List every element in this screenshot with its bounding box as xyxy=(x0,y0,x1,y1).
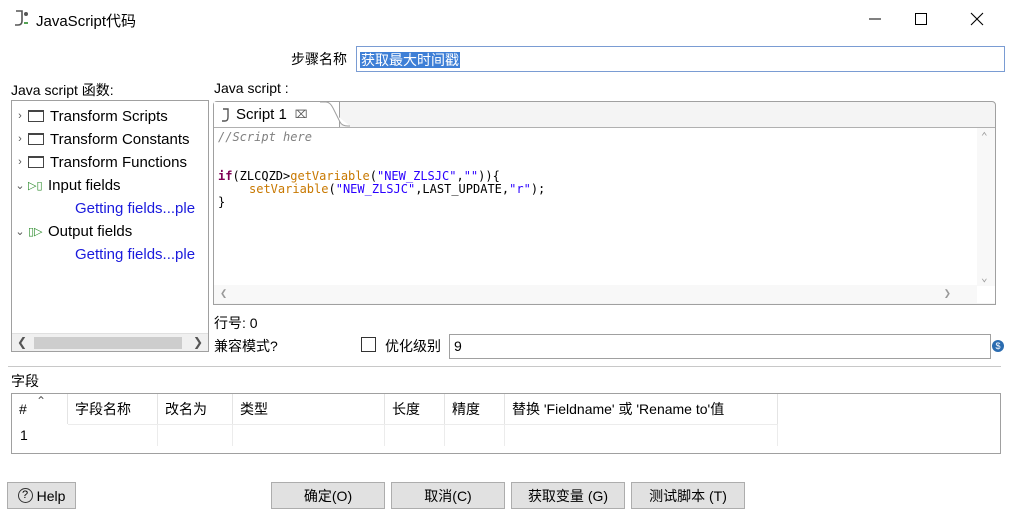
script-icon xyxy=(222,107,229,122)
step-name-input[interactable]: 获取最大时间戳 xyxy=(356,46,1005,72)
folder-icon xyxy=(28,110,44,122)
table-cell[interactable] xyxy=(233,424,385,446)
scroll-right-icon[interactable]: ❯ xyxy=(944,286,951,300)
step-name-value: 获取最大时间戳 xyxy=(360,52,460,68)
compat-mode-checkbox[interactable] xyxy=(361,337,376,352)
separator xyxy=(8,366,1001,367)
tree-item-output-fields[interactable]: ⌄ ▯▷ Output fields xyxy=(12,220,132,242)
tree-item-output-fields-child[interactable]: Getting fields...ple xyxy=(75,243,195,265)
chevron-right-icon[interactable]: › xyxy=(12,156,28,168)
tree-item-label: Transform Scripts xyxy=(50,107,168,125)
step-name-label: 步骤名称 xyxy=(291,51,347,67)
tree-item-label: Output fields xyxy=(48,222,133,240)
output-fields-icon: ▯▷ xyxy=(28,225,43,238)
maximize-button[interactable] xyxy=(898,0,944,38)
table-cell[interactable] xyxy=(68,424,158,446)
close-button[interactable] xyxy=(954,0,1000,38)
script-editor[interactable]: //Script here if(ZLCQZD>getVariable("NEW… xyxy=(214,127,995,303)
js-functions-tree[interactable]: › Transform Scripts › Transform Constant… xyxy=(11,100,209,352)
title-bar: JavaScript代码 xyxy=(0,0,1012,38)
help-icon: ? xyxy=(17,488,33,503)
fields-table[interactable]: # ⌃ 字段名称 改名为 类型 长度 精度 替换 'Fieldname' 或 '… xyxy=(11,393,1001,454)
editor-vertical-scrollbar[interactable]: ⌃ ⌄ xyxy=(977,128,995,286)
column-header[interactable]: 替换 'Fieldname' 或 'Rename to'值 xyxy=(505,394,778,424)
java-script-label: Java script : xyxy=(214,80,289,96)
minimize-button[interactable] xyxy=(852,0,898,38)
tree-item-label: Transform Constants xyxy=(50,130,190,148)
help-button[interactable]: ? Help xyxy=(7,482,76,509)
js-functions-label: Java script 函数: xyxy=(11,82,114,98)
scroll-right-icon[interactable]: ❯ xyxy=(193,335,203,349)
chevron-down-icon[interactable]: ⌄ xyxy=(12,225,28,238)
optimize-level-label: 优化级别 xyxy=(385,338,441,354)
scroll-left-icon[interactable]: ❮ xyxy=(17,335,27,349)
line-number: 行号: 0 xyxy=(214,315,258,331)
javascript-step-icon xyxy=(15,10,28,26)
tree-item-label: Getting fields...ple xyxy=(75,245,196,263)
table-cell[interactable] xyxy=(158,424,233,446)
close-icon xyxy=(970,12,984,26)
minimize-icon xyxy=(869,18,881,20)
tab-edge xyxy=(320,102,350,127)
column-header[interactable]: 字段名称 xyxy=(68,394,158,424)
tree-item-input-fields-child[interactable]: Getting fields...ple xyxy=(75,197,195,219)
chevron-right-icon[interactable]: › xyxy=(12,110,28,122)
tree-item-input-fields[interactable]: ⌄ ▷▯ Input fields xyxy=(12,174,121,196)
editor-horizontal-scrollbar[interactable]: ❮ ❯ xyxy=(214,285,977,303)
code-line-set: setVariable("NEW_ZLSJC",LAST_UPDATE,"r")… xyxy=(249,182,546,196)
column-header[interactable]: 精度 xyxy=(445,394,505,424)
input-fields-icon: ▷▯ xyxy=(28,179,43,192)
tree-item-transform-functions[interactable]: › Transform Functions xyxy=(12,151,187,173)
column-header[interactable]: 长度 xyxy=(385,394,445,424)
tree-item-label: Input fields xyxy=(48,176,121,194)
scroll-thumb[interactable] xyxy=(34,337,182,349)
row-number: 1 xyxy=(20,427,28,443)
window-title: JavaScript代码 xyxy=(36,13,137,30)
tree-horizontal-scrollbar[interactable]: ❮ ❯ xyxy=(12,333,208,351)
tab-label: Script 1 xyxy=(236,106,287,123)
table-cell[interactable] xyxy=(445,424,505,446)
tree-item-label: Transform Functions xyxy=(50,153,187,171)
tree-item-label: Getting fields...ple xyxy=(75,199,196,217)
chevron-down-icon[interactable]: ⌄ xyxy=(12,179,28,192)
optimize-level-input[interactable]: 9 xyxy=(449,334,991,359)
scroll-up-icon[interactable]: ⌃ xyxy=(981,130,988,143)
folder-icon xyxy=(28,156,44,168)
fields-label: 字段 xyxy=(11,373,39,389)
column-header[interactable]: 改名为 xyxy=(158,394,233,424)
code-line-close: } xyxy=(218,195,226,209)
scroll-left-icon[interactable]: ❮ xyxy=(220,286,227,300)
variable-icon[interactable]: $ xyxy=(992,340,1004,352)
tree-item-transform-constants[interactable]: › Transform Constants xyxy=(12,128,190,150)
test-script-button[interactable]: 测试脚本 (T) xyxy=(631,482,745,509)
column-header[interactable]: 类型 xyxy=(233,394,385,424)
scroll-down-icon[interactable]: ⌄ xyxy=(981,271,988,284)
compat-mode-label: 兼容模式? xyxy=(214,338,278,354)
table-cell[interactable] xyxy=(385,424,445,446)
folder-icon xyxy=(28,133,44,145)
help-button-label: Help xyxy=(36,487,66,504)
code-line-if: if(ZLCQZD>getVariable("NEW_ZLSJC","")){ xyxy=(218,169,500,183)
ok-button[interactable]: 确定(O) xyxy=(271,482,385,509)
tab-close-icon[interactable]: ⌧ xyxy=(295,108,308,121)
tree-item-transform-scripts[interactable]: › Transform Scripts xyxy=(12,105,168,127)
sort-up-icon[interactable]: ⌃ xyxy=(36,394,46,408)
cancel-button[interactable]: 取消(C) xyxy=(391,482,505,509)
table-cell[interactable] xyxy=(505,424,778,446)
code-comment: //Script here xyxy=(218,130,312,144)
get-variables-button[interactable]: 获取变量 (G) xyxy=(511,482,625,509)
chevron-right-icon[interactable]: › xyxy=(12,133,28,145)
maximize-icon xyxy=(915,13,927,25)
